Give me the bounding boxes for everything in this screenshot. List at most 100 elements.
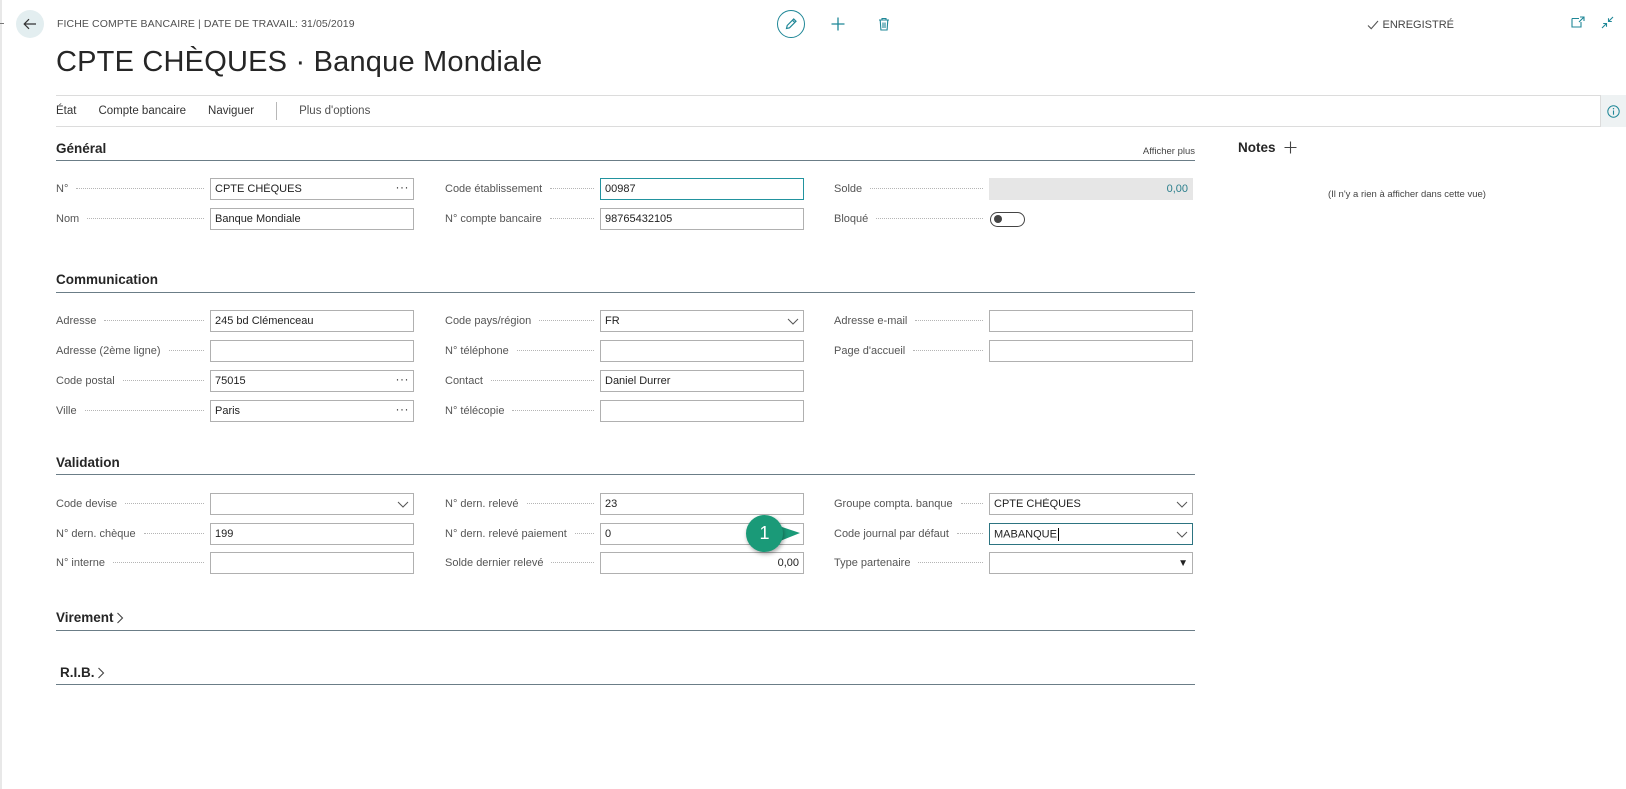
label-text: N° interne	[56, 557, 106, 569]
saved-status: ENREGISTRÉ	[1367, 19, 1454, 31]
section-validation-line	[56, 474, 1195, 475]
checkmark-icon	[1368, 20, 1379, 30]
partner-type-select[interactable]: ▼	[989, 552, 1193, 574]
label-text: Code établissement	[445, 183, 543, 195]
info-icon	[1607, 104, 1620, 118]
left-edge-border	[0, 0, 2, 789]
default-journal-select[interactable]: MABANQUE	[989, 523, 1193, 545]
edit-button[interactable]	[777, 10, 805, 38]
section-transfer-label: Virement	[56, 610, 114, 625]
section-transfer-title[interactable]: Virement	[56, 610, 124, 625]
contact-field[interactable]: Daniel Durrer	[600, 370, 804, 392]
internal-no-field[interactable]	[210, 552, 414, 574]
chevron-down-icon[interactable]	[787, 318, 799, 325]
dot-leader	[526, 503, 594, 504]
home-page-field[interactable]	[989, 340, 1193, 362]
dot-leader	[539, 320, 594, 321]
blocked-toggle[interactable]	[990, 212, 1025, 227]
back-arrow-icon	[23, 18, 36, 30]
label-text: Code pays/région	[445, 315, 532, 327]
field-label-phone: N° téléphone	[445, 344, 600, 358]
field-value: CPTE CHÈQUES	[215, 183, 302, 195]
chevron-right-icon	[97, 667, 104, 678]
field-value: Paris	[215, 405, 241, 417]
notes-header: Notes	[1238, 140, 1297, 155]
name-field[interactable]: Banque Mondiale	[210, 208, 414, 230]
dot-leader	[125, 503, 204, 504]
menu-compte-bancaire[interactable]: Compte bancaire	[98, 105, 186, 117]
saved-status-label: ENREGISTRÉ	[1382, 19, 1454, 31]
label-text: Type partenaire	[834, 557, 911, 569]
bank-code-field[interactable]: 00987	[600, 178, 804, 200]
new-button[interactable]	[825, 11, 851, 37]
city-field[interactable]: Paris ···	[210, 400, 414, 422]
phone-field[interactable]	[600, 340, 804, 362]
currency-select[interactable]	[210, 493, 414, 515]
back-button[interactable]	[16, 10, 44, 38]
country-select[interactable]: FR	[600, 310, 804, 332]
no-field[interactable]: CPTE CHÈQUES ···	[210, 178, 414, 200]
label-text: Code journal par défaut	[834, 528, 949, 540]
field-label-balance: Solde	[834, 182, 989, 196]
label-text: Solde	[834, 183, 863, 195]
chevron-down-icon[interactable]	[397, 501, 409, 508]
section-general-title[interactable]: Général	[56, 141, 106, 156]
label-text: N° dern. chèque	[56, 528, 136, 540]
address-field[interactable]: 245 bd Clémenceau	[210, 310, 414, 332]
section-communication-title[interactable]: Communication	[56, 272, 158, 287]
field-value: FR	[605, 315, 620, 327]
field-label-posting-group: Groupe compta. banque	[834, 497, 989, 511]
open-new-window-icon[interactable]	[1571, 16, 1585, 28]
dot-leader	[84, 410, 204, 411]
fax-field[interactable]	[600, 400, 804, 422]
posting-group-select[interactable]: CPTE CHÈQUES	[989, 493, 1193, 515]
notes-title: Notes	[1238, 140, 1276, 155]
menu-naviguer[interactable]: Naviguer	[208, 105, 254, 117]
address2-field[interactable]	[210, 340, 414, 362]
field-label-blocked: Bloqué	[834, 212, 989, 226]
label-text: N° dern. relevé paiement	[445, 528, 567, 540]
dot-leader	[143, 533, 204, 534]
dot-leader	[76, 188, 204, 189]
field-label-post-code: Code postal	[56, 374, 210, 388]
post-code-field[interactable]: 75015 ···	[210, 370, 414, 392]
collapse-icon[interactable]	[1601, 16, 1614, 29]
last-statement-no-field[interactable]: 23	[600, 493, 804, 515]
label-text: Solde dernier relevé	[445, 557, 544, 569]
field-value-wrap: MABANQUE	[994, 527, 1172, 541]
trash-icon	[879, 17, 889, 31]
chevron-down-icon[interactable]	[1176, 501, 1188, 508]
dot-leader	[113, 562, 204, 563]
page-title: CPTE CHÈQUES · Banque Mondiale	[56, 46, 543, 78]
email-field[interactable]	[989, 310, 1193, 332]
menu-etat[interactable]: État	[56, 105, 76, 117]
label-text: N°	[56, 183, 69, 195]
callout-number: 1	[746, 515, 783, 552]
left-edge-tick	[0, 23, 4, 24]
dot-leader	[574, 533, 594, 534]
plus-icon[interactable]	[1284, 141, 1297, 154]
balance-field[interactable]: 0,00	[989, 178, 1193, 200]
more-options-button[interactable]: Plus d'options	[299, 105, 370, 117]
text-caret	[1057, 527, 1059, 541]
info-pane-button[interactable]	[1600, 95, 1626, 127]
last-check-no-field[interactable]: 199	[210, 523, 414, 545]
field-label-address2: Adresse (2ème ligne)	[56, 344, 210, 358]
ellipsis-icon[interactable]: ···	[396, 372, 410, 390]
dot-leader	[876, 218, 983, 219]
delete-button[interactable]	[871, 11, 897, 37]
section-general-line	[56, 160, 1195, 161]
dropdown-triangle-icon[interactable]: ▼	[1178, 558, 1188, 569]
ellipsis-icon[interactable]: ···	[396, 402, 410, 420]
ellipsis-icon[interactable]: ···	[396, 180, 410, 198]
section-validation-title[interactable]: Validation	[56, 455, 120, 470]
section-transfer-line	[56, 630, 1195, 631]
section-rib-title[interactable]: R.I.B.	[60, 665, 105, 680]
bank-account-no-field[interactable]: 98765432105	[600, 208, 804, 230]
field-value: CPTE CHÈQUES	[994, 498, 1081, 510]
chevron-down-icon[interactable]	[1176, 531, 1188, 538]
field-label-fax: N° télécopie	[445, 404, 600, 418]
show-more-link[interactable]: Afficher plus	[1143, 146, 1195, 157]
section-communication-label: Communication	[56, 272, 159, 287]
last-statement-balance-field[interactable]: 0,00	[600, 552, 804, 574]
